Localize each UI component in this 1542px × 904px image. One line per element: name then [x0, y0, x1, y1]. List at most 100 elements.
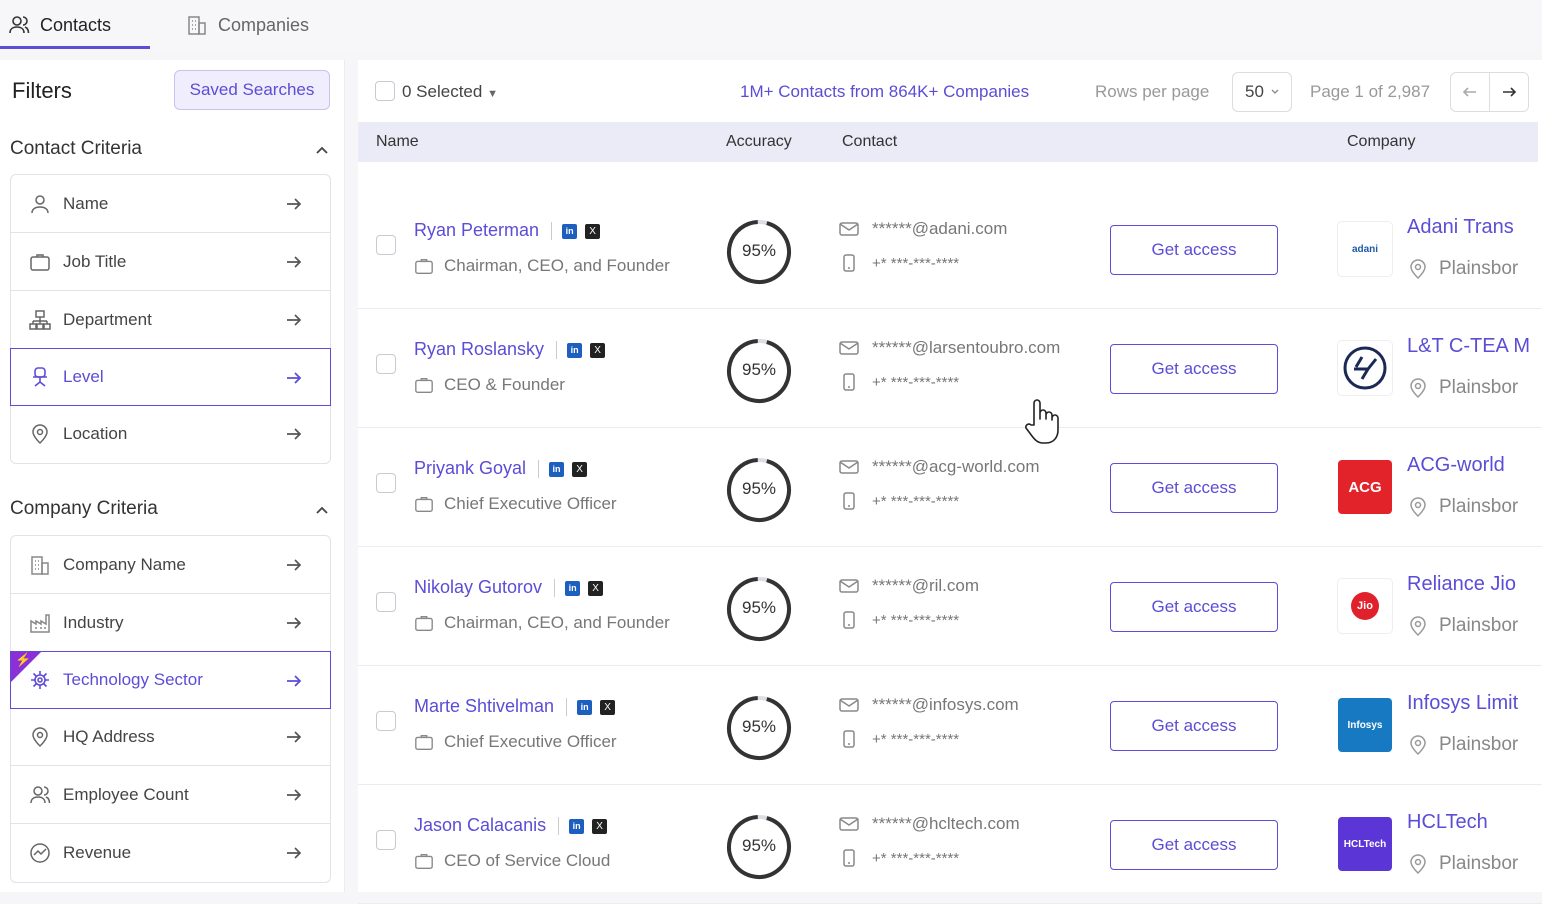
tab-contacts[interactable]: Contacts [8, 0, 111, 50]
arrow-right-icon [287, 314, 302, 326]
company-name-link[interactable]: Reliance Jio [1407, 573, 1542, 596]
x-social-icon[interactable]: X [600, 699, 616, 715]
criteria-level[interactable]: Level [10, 348, 331, 406]
linkedin-icon[interactable]: in [577, 699, 593, 715]
header-accuracy[interactable]: Accuracy [726, 133, 792, 151]
table-row: Marte Shtivelman in X Chief Executive Offic… [358, 666, 1542, 785]
linkedin-icon[interactable]: in [567, 342, 583, 358]
contact-name-link[interactable]: Marte Shtivelman [414, 696, 554, 716]
x-social-icon[interactable]: X [585, 223, 601, 239]
x-social-icon[interactable]: X [590, 342, 606, 358]
criteria-label: Location [63, 424, 128, 443]
get-access-button[interactable]: Get access [1110, 344, 1278, 394]
email-line: ******@acg-world.com [838, 456, 1040, 478]
header-name[interactable]: Name [376, 133, 419, 151]
get-access-button[interactable]: Get access [1110, 820, 1278, 870]
criteria-company-name[interactable]: Company Name [11, 536, 330, 594]
select-all-checkbox[interactable] [375, 81, 395, 101]
company-logo[interactable] [1338, 341, 1392, 395]
saved-searches-button[interactable]: Saved Searches [174, 70, 330, 110]
get-access-button[interactable]: Get access [1110, 701, 1278, 751]
location-text: Plainsbor [1439, 377, 1519, 398]
get-access-button[interactable]: Get access [1110, 582, 1278, 632]
rows-per-page-select[interactable]: 50 [1232, 72, 1292, 112]
x-social-icon[interactable]: X [588, 580, 604, 596]
chevron-up-icon[interactable] [314, 502, 330, 518]
briefcase-icon [29, 251, 51, 273]
divider [554, 579, 556, 598]
company-logo[interactable]: Infosys [1338, 698, 1392, 752]
logo-text: Infosys [1347, 719, 1383, 731]
row-checkbox[interactable] [376, 592, 396, 612]
company-logo[interactable]: HCLTech [1338, 817, 1392, 871]
arrow-right-icon [287, 675, 302, 687]
contacts-panel: 0 Selected ▼ 1M+ Contacts from 864K+ Com… [358, 60, 1542, 904]
prev-page-button[interactable] [1450, 72, 1490, 112]
criteria-revenue[interactable]: Revenue [11, 824, 330, 882]
tab-companies[interactable]: Companies [186, 0, 309, 50]
company-name-link[interactable]: Infosys Limit [1407, 692, 1542, 715]
row-checkbox[interactable] [376, 711, 396, 731]
job-title-line: Chief Executive Officer [414, 494, 617, 514]
job-title-line: CEO of Service Cloud [414, 851, 610, 871]
mail-icon [838, 575, 860, 597]
get-access-button[interactable]: Get access [1110, 225, 1278, 275]
company-name-link[interactable]: HCLTech [1407, 811, 1542, 834]
row-checkbox[interactable] [376, 473, 396, 493]
logo-text: ACG [1348, 478, 1382, 496]
company-name-link[interactable]: ACG-world [1407, 454, 1542, 477]
company-name-link[interactable]: Adani Trans [1407, 216, 1542, 239]
contact-criteria-list: Name Job Title Department Level Location [10, 174, 331, 464]
mail-icon [838, 813, 860, 835]
company-logo[interactable]: adani [1338, 222, 1392, 276]
criteria-job-title[interactable]: Job Title [11, 233, 330, 291]
job-title: Chairman, CEO, and Founder [444, 256, 670, 275]
linkedin-icon[interactable]: in [562, 223, 578, 239]
criteria-technology-sector[interactable]: ⚡ Technology Sector [10, 651, 331, 709]
linkedin-icon[interactable]: in [549, 461, 565, 477]
header-company[interactable]: Company [1347, 133, 1415, 151]
contact-name-link[interactable]: Priyank Goyal [414, 458, 526, 478]
contact-name-link[interactable]: Ryan Roslansky [414, 339, 544, 359]
job-title: Chief Executive Officer [444, 494, 617, 513]
contact-name-link[interactable]: Jason Calacanis [414, 815, 546, 835]
mail-icon [838, 337, 860, 359]
criteria-employee-count[interactable]: Employee Count [11, 766, 330, 824]
divider [558, 817, 560, 836]
get-access-button[interactable]: Get access [1110, 463, 1278, 513]
criteria-name[interactable]: Name [11, 175, 330, 233]
x-social-icon[interactable]: X [592, 818, 608, 834]
criteria-industry[interactable]: Industry [11, 594, 330, 652]
phone-line: +* ***-***-**** [838, 728, 959, 750]
table-header: Name Accuracy Contact Company [358, 122, 1538, 162]
next-page-button[interactable] [1489, 72, 1529, 112]
criteria-location[interactable]: Location [11, 405, 330, 463]
criteria-department[interactable]: Department [11, 291, 330, 349]
masked-phone: +* ***-***-**** [872, 254, 960, 272]
criteria-label: Name [63, 193, 109, 213]
arrow-right-icon [287, 731, 302, 743]
contact-name-link[interactable]: Nikolay Gutorov [414, 577, 542, 597]
company-name-link[interactable]: L&T C-TEA M [1407, 335, 1542, 358]
chevron-up-icon[interactable] [314, 142, 330, 158]
email-line: ******@ril.com [838, 575, 979, 597]
linkedin-icon[interactable]: in [569, 818, 585, 834]
location-pin-icon [1407, 853, 1429, 875]
location-text: Plainsbor [1439, 734, 1519, 755]
company-location: Plainsbor [1407, 258, 1542, 280]
job-title-line: CEO & Founder [414, 375, 565, 395]
phone-icon [838, 252, 860, 274]
x-social-icon[interactable]: X [572, 461, 588, 477]
linkedin-icon[interactable]: in [565, 580, 581, 596]
criteria-label: Level [63, 367, 104, 386]
company-logo[interactable]: Jio [1338, 579, 1392, 633]
row-checkbox[interactable] [376, 354, 396, 374]
selected-dropdown[interactable]: 0 Selected ▼ [402, 82, 498, 102]
company-location: Plainsbor [1407, 496, 1542, 518]
company-logo[interactable]: ACG [1338, 460, 1392, 514]
contact-name-link[interactable]: Ryan Peterman [414, 220, 539, 240]
header-contact[interactable]: Contact [842, 133, 897, 151]
row-checkbox[interactable] [376, 235, 396, 255]
row-checkbox[interactable] [376, 830, 396, 850]
criteria-hq-address[interactable]: HQ Address [11, 708, 330, 766]
